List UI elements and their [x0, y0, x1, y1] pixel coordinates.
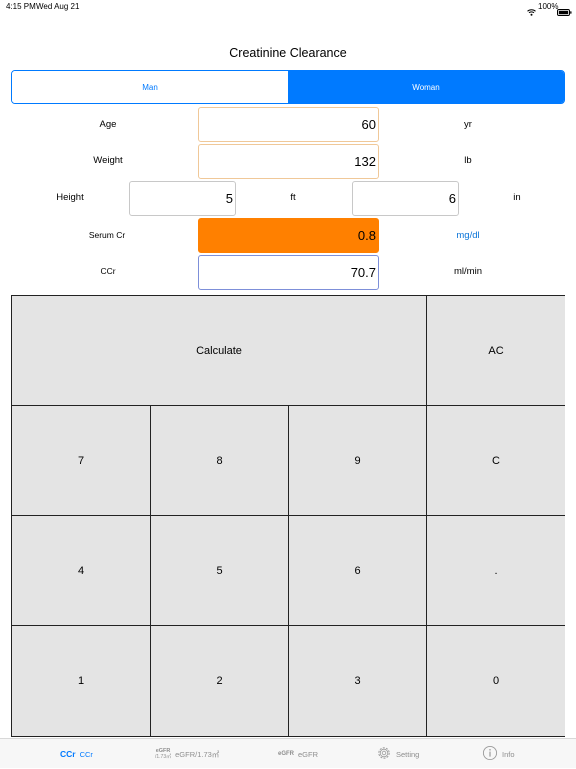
ccr-unit: ml/min [454, 266, 482, 277]
gear-icon [376, 745, 392, 763]
weight-field[interactable]: 132 [198, 144, 379, 179]
age-unit: yr [464, 119, 472, 130]
page-title: Creatinine Clearance [229, 46, 347, 60]
tab-setting[interactable]: Setting [376, 739, 419, 769]
height-label: Height [56, 192, 84, 203]
key-0[interactable]: 0 [427, 626, 565, 736]
tab-egfr-173-label: eGFR/1.73㎡ [175, 749, 220, 759]
key-1[interactable]: 1 [12, 626, 151, 736]
tab-egfr-label: eGFR [298, 749, 319, 759]
segment-woman[interactable]: Woman [288, 71, 564, 103]
tab-ccr[interactable]: CCr CCr [60, 739, 93, 769]
age-label: Age [99, 119, 117, 130]
ccr-result-field[interactable]: 70.7 [198, 255, 379, 290]
key-9[interactable]: 9 [289, 406, 427, 516]
key-8[interactable]: 8 [151, 406, 289, 516]
serum-cr-unit-selector[interactable]: mg/dl [438, 230, 498, 241]
key-6[interactable]: 6 [289, 516, 427, 626]
battery-icon [557, 3, 572, 21]
wifi-icon [527, 3, 536, 21]
age-field[interactable]: 60 [198, 107, 379, 142]
ccr-label: CCr [100, 266, 116, 276]
tab-egfr[interactable]: eGFR eGFR [278, 739, 318, 769]
keypad: Calculate AC 7 8 9 C 4 5 6 . 1 2 3 0 [11, 295, 565, 737]
tab-setting-label: Setting [396, 749, 420, 759]
status-time: 4:15 PM [6, 2, 36, 11]
info-icon [482, 745, 498, 763]
height-feet-unit: ft [290, 192, 296, 203]
ccr-tab-icon: CCr [60, 748, 76, 759]
serum-cr-label: Serum Cr [88, 230, 126, 240]
tab-info-label: Info [502, 749, 515, 759]
battery-percent: 100% [538, 2, 559, 11]
key-4[interactable]: 4 [12, 516, 151, 626]
weight-label: Weight [93, 155, 123, 166]
key-2[interactable]: 2 [151, 626, 289, 736]
height-feet-field[interactable]: 5 [129, 181, 236, 216]
key-7[interactable]: 7 [12, 406, 151, 516]
height-inches-unit: in [513, 192, 521, 203]
weight-unit: lb [464, 155, 472, 166]
key-3[interactable]: 3 [289, 626, 427, 736]
all-clear-button[interactable]: AC [427, 296, 565, 406]
tab-bar: CCr CCr eGFR /1.73㎡ eGFR/1.73㎡ eGFR eGFR… [0, 738, 576, 768]
key-5[interactable]: 5 [151, 516, 289, 626]
tab-info[interactable]: Info [482, 739, 515, 769]
clear-button[interactable]: C [427, 406, 565, 516]
tab-ccr-label: CCr [79, 749, 93, 759]
tab-egfr-173[interactable]: eGFR /1.73㎡ eGFR/1.73㎡ [155, 739, 219, 769]
height-inches-field[interactable]: 6 [352, 181, 459, 216]
status-date: Wed Aug 21 [36, 2, 80, 11]
egfr-173-tab-icon: eGFR /1.73㎡ [155, 748, 172, 760]
segment-man[interactable]: Man [12, 71, 288, 103]
decimal-point-key[interactable]: . [427, 516, 565, 626]
egfr-tab-icon: eGFR [278, 750, 295, 757]
gender-segmented-control: Man Woman [11, 70, 565, 104]
serum-cr-field[interactable]: 0.8 [198, 218, 379, 253]
calculate-button[interactable]: Calculate [12, 296, 427, 406]
